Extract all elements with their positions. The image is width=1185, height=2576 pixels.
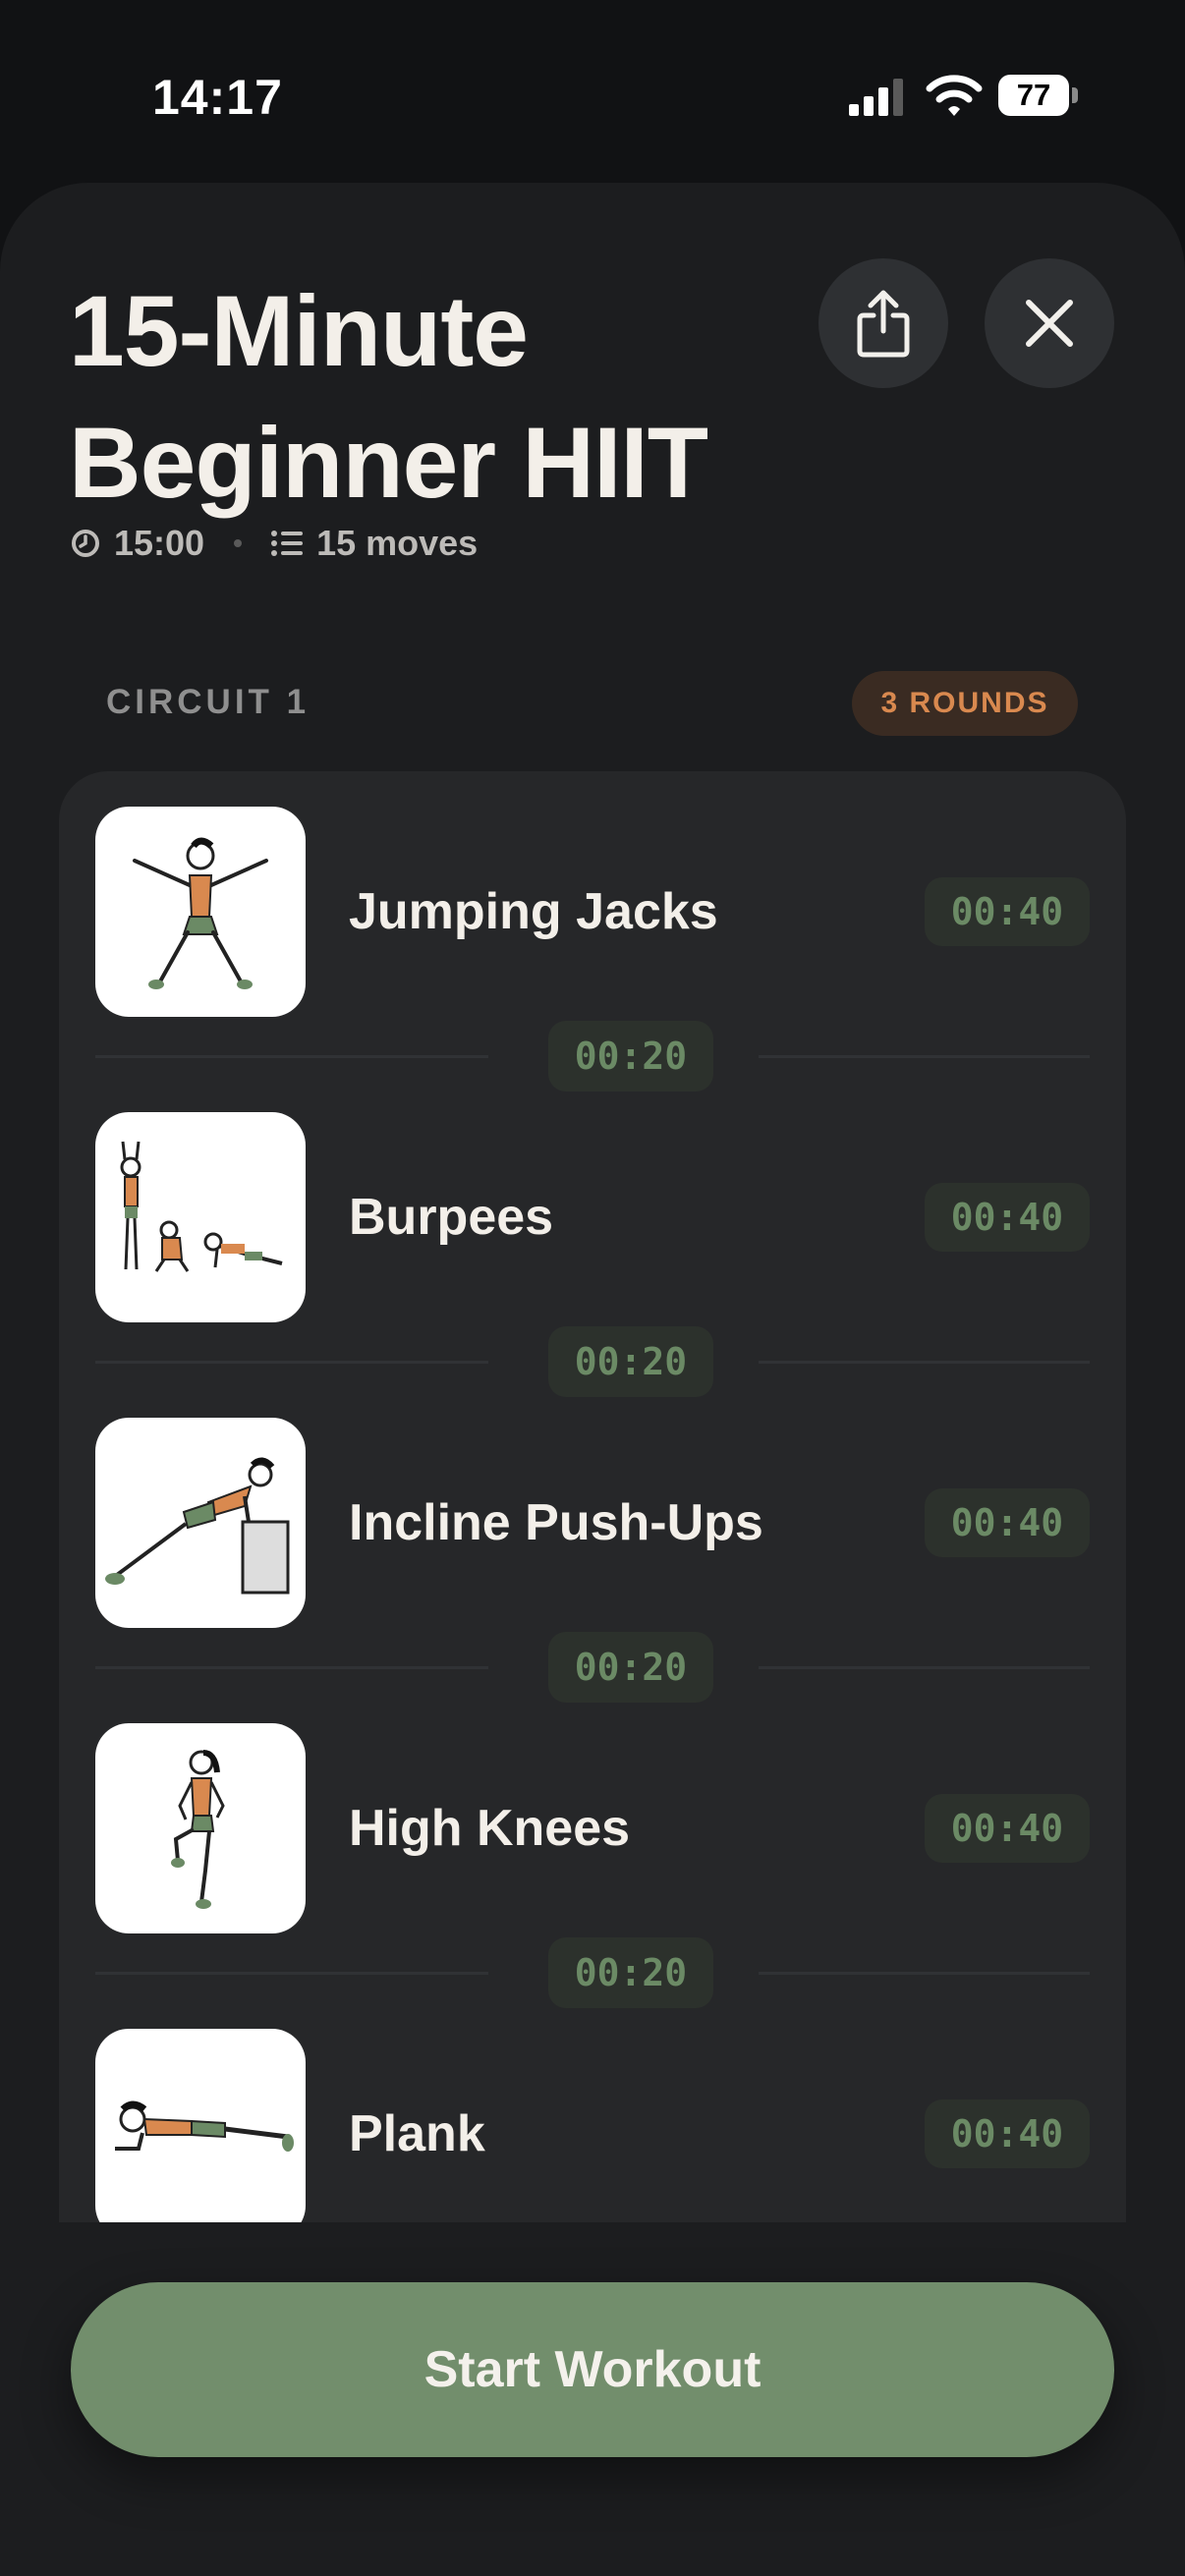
exercise-row-jumping-jacks[interactable]: Jumping Jacks 00:40 xyxy=(59,807,1126,1019)
high-knees-illustration xyxy=(95,1723,306,1933)
list-icon xyxy=(271,531,304,556)
rest-divider: 00:20 xyxy=(95,1937,1090,2008)
rest-divider: 00:20 xyxy=(95,1326,1090,1397)
jumping-jacks-illustration xyxy=(95,807,306,1017)
close-icon xyxy=(1026,300,1073,347)
exercise-row-high-knees[interactable]: High Knees 00:40 xyxy=(59,1723,1126,1935)
start-workout-button[interactable]: Start Workout xyxy=(71,2282,1114,2457)
exercise-name: Burpees xyxy=(349,1189,554,1246)
plank-illustration xyxy=(95,2029,306,2222)
rest-time: 00:20 xyxy=(548,1632,713,1703)
rest-time: 00:20 xyxy=(548,1326,713,1397)
exercise-name: Jumping Jacks xyxy=(349,883,718,940)
rest-divider: 00:20 xyxy=(95,1632,1090,1703)
rest-time: 00:20 xyxy=(548,1021,713,1092)
exercise-time: 00:40 xyxy=(925,1183,1090,1252)
share-button[interactable] xyxy=(818,258,948,388)
workout-moves-count: 15 moves xyxy=(316,523,479,563)
exercise-name: Incline Push-Ups xyxy=(349,1494,763,1551)
exercise-list: Jumping Jacks 00:40 00:20 Burpees 00:40 … xyxy=(59,771,1126,2222)
rest-divider: 00:20 xyxy=(95,1021,1090,1092)
exercise-row-burpees[interactable]: Burpees 00:40 xyxy=(59,1112,1126,1324)
workout-meta: 15:00 15 moves xyxy=(71,521,478,566)
incline-push-ups-illustration xyxy=(95,1418,306,1628)
exercise-time: 00:40 xyxy=(925,2100,1090,2168)
exercise-row-incline-push-ups[interactable]: Incline Push-Ups 00:40 xyxy=(59,1418,1126,1630)
rounds-badge: 3 ROUNDS xyxy=(852,671,1078,736)
battery-icon: 77 xyxy=(998,75,1079,116)
burpees-illustration xyxy=(95,1112,306,1322)
circuit-label: CIRCUIT 1 xyxy=(106,683,310,721)
exercise-name: Plank xyxy=(349,2105,485,2162)
exercise-row-plank[interactable]: Plank 00:40 xyxy=(59,2029,1126,2222)
share-icon xyxy=(857,290,910,358)
exercise-time: 00:40 xyxy=(925,877,1090,946)
status-bar: 14:17 77 xyxy=(0,0,1185,187)
exercise-time: 00:40 xyxy=(925,1794,1090,1863)
workout-duration: 15:00 xyxy=(114,523,205,563)
battery-level: 77 xyxy=(1016,78,1051,112)
exercise-name: High Knees xyxy=(349,1800,631,1857)
exercise-time: 00:40 xyxy=(925,1488,1090,1557)
rest-time: 00:20 xyxy=(548,1937,713,2008)
cellular-signal-icon xyxy=(849,79,903,116)
workout-title: 15-Minute Beginner HIIT xyxy=(69,275,708,519)
wifi-icon xyxy=(926,75,983,116)
status-time: 14:17 xyxy=(152,70,283,125)
close-button[interactable] xyxy=(985,258,1114,388)
clock-icon xyxy=(72,530,99,557)
meta-separator xyxy=(234,539,243,547)
